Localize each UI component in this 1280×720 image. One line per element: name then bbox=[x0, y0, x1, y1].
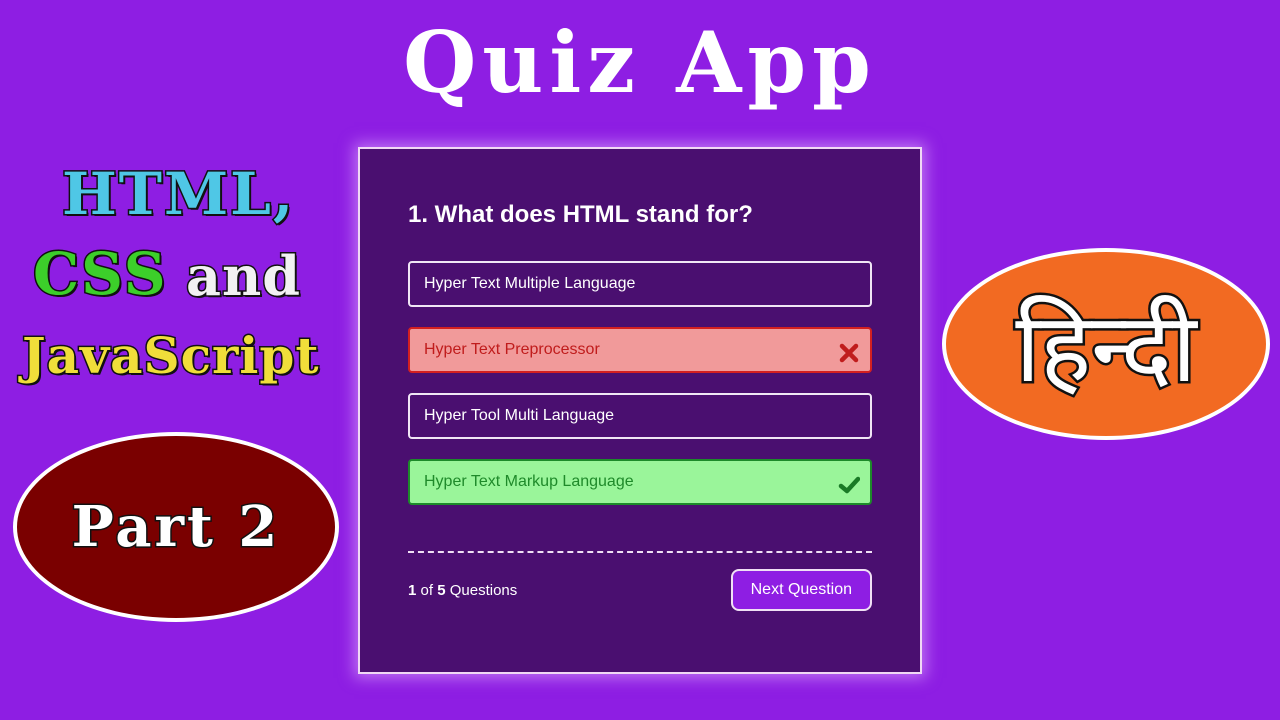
x-icon bbox=[838, 339, 860, 363]
option-item-wrong[interactable]: Hyper Text Preprocessor bbox=[408, 327, 872, 373]
option-item[interactable]: Hyper Tool Multi Language bbox=[408, 393, 872, 439]
counter-of: of bbox=[420, 581, 434, 599]
tech-and-text: and bbox=[184, 243, 302, 310]
options-list: Hyper Text Multiple Language Hyper Text … bbox=[408, 261, 872, 505]
language-badge: हिन्दी bbox=[942, 248, 1270, 440]
tech-html-text: HTML, bbox=[60, 159, 296, 230]
option-label: Hyper Text Markup Language bbox=[424, 473, 634, 490]
counter-suffix: Questions bbox=[449, 581, 518, 599]
question-title: 1. What does HTML stand for? bbox=[408, 201, 753, 228]
tech-css-text: CSS bbox=[32, 239, 168, 310]
language-label: हिन्दी bbox=[1013, 289, 1199, 406]
tech-javascript-text: JavaScript bbox=[20, 325, 320, 387]
part-badge: Part 2 bbox=[13, 432, 339, 622]
main-title: Quiz App bbox=[403, 13, 877, 112]
thumbnail-stage: Quiz App HTML, CSS and JavaScript Part 2… bbox=[0, 0, 1280, 720]
option-item-correct[interactable]: Hyper Text Markup Language bbox=[408, 459, 872, 505]
quiz-footer: 1 of 5 Questions Next Question bbox=[408, 569, 872, 611]
next-question-button[interactable]: Next Question bbox=[730, 569, 872, 611]
option-label: Hyper Tool Multi Language bbox=[424, 407, 615, 424]
total-questions: 5 bbox=[437, 581, 446, 599]
option-label: Hyper Text Multiple Language bbox=[424, 275, 636, 292]
part-label: Part 2 bbox=[70, 493, 281, 562]
divider bbox=[408, 551, 872, 553]
option-item[interactable]: Hyper Text Multiple Language bbox=[408, 261, 872, 307]
check-icon bbox=[838, 471, 861, 494]
question-counter: 1 of 5 Questions bbox=[408, 582, 517, 599]
current-question: 1 bbox=[408, 581, 417, 599]
option-label: Hyper Text Preprocessor bbox=[424, 341, 600, 358]
quiz-card: 1. What does HTML stand for? Hyper Text … bbox=[358, 147, 922, 674]
